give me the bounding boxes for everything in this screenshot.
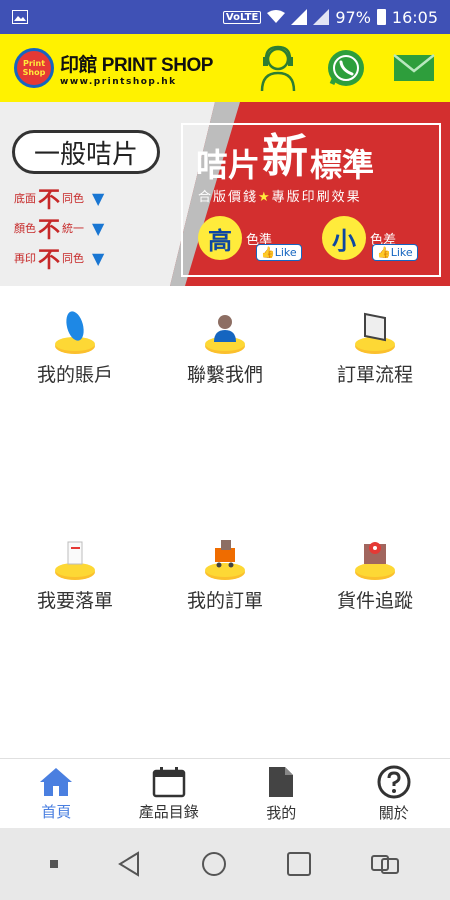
tab-home[interactable]: 首頁 [0, 759, 113, 828]
document-icon [269, 766, 294, 797]
logo: Print Shop [14, 48, 54, 88]
system-nav-bar [0, 828, 450, 900]
whatsapp-icon[interactable] [326, 48, 366, 88]
banner-right-title: 咭片 新 標準 [196, 129, 375, 184]
signal-icon [291, 9, 308, 25]
banner-row: 再印 不 同色 ▼ [14, 248, 105, 273]
like-button: 👍Like [372, 244, 418, 261]
back-icon[interactable] [116, 850, 142, 878]
app-header: Print Shop 印館 PRINT SHOP www.printshop.h… [0, 34, 450, 102]
tab-about[interactable]: 關於 [338, 759, 450, 828]
promo-banner[interactable]: 一般咭片 底面 不 同色 ▼ 顏色 不 統一 ▼ 再印 不 同色 ▼ 咭片 新 … [0, 102, 450, 286]
bottom-tab-bar: 首頁 產品目錄 我的 關於 [0, 758, 450, 828]
banner-subtitle: 合版價錢★專版印刷效果 [198, 190, 362, 205]
image-icon [12, 10, 28, 24]
home-icon [40, 767, 73, 796]
place-order-icon [55, 541, 95, 580]
mail-icon[interactable] [392, 51, 436, 85]
customer-service-icon[interactable] [256, 43, 300, 93]
calendar-icon [152, 766, 185, 797]
menu-grid: 我的賬戶 聯繫我們 訂單流程 我要落單 我的訂單 貨件追蹤 [0, 286, 450, 758]
menu-item-account[interactable]: 我的賬戶 [0, 308, 150, 387]
home-circle-icon[interactable] [200, 850, 228, 878]
my-orders-icon [205, 540, 245, 580]
tab-mine[interactable]: 我的 [225, 759, 338, 828]
thumbs-down-icon: ▼ [92, 248, 105, 268]
menu-item-tracking[interactable]: 貨件追蹤 [300, 534, 450, 613]
menu-item-order-process[interactable]: 訂單流程 [300, 308, 450, 387]
menu-item-contact[interactable]: 聯繫我們 [150, 308, 300, 387]
menu-item-my-orders[interactable]: 我的訂單 [150, 534, 300, 613]
signal-icon-2 [313, 9, 330, 25]
status-bar: VoLTE 97% 16:05 [0, 0, 450, 34]
thumbs-down-icon: ▼ [92, 218, 105, 238]
account-icon [55, 311, 95, 354]
thumbs-down-icon: ▼ [92, 188, 105, 208]
banner-row: 底面 不 同色 ▼ [14, 188, 105, 213]
tracking-icon [355, 542, 395, 580]
thumbs-up-icon: 👍 [261, 246, 275, 259]
banner-row: 顏色 不 統一 ▼ [14, 218, 105, 243]
brand: 印館 PRINT SHOP www.printshop.hk [60, 50, 213, 87]
recents-icon[interactable] [286, 851, 312, 877]
thumbs-up-icon: 👍 [377, 246, 391, 259]
clock: 16:05 [391, 7, 438, 27]
wifi-icon [267, 10, 286, 23]
dot-icon[interactable] [49, 859, 59, 869]
battery-icon [376, 9, 386, 25]
battery-percent: 97% [335, 7, 371, 27]
banner-left-title: 一般咭片 [12, 130, 160, 174]
brand-url: www.printshop.hk [60, 76, 177, 87]
switch-icon[interactable] [369, 851, 401, 877]
like-button: 👍Like [256, 244, 302, 261]
contact-icon [205, 315, 245, 354]
help-icon [377, 765, 411, 798]
menu-item-place-order[interactable]: 我要落單 [0, 534, 150, 613]
tab-catalog[interactable]: 產品目錄 [113, 759, 226, 828]
brand-name: 印館 PRINT SHOP [60, 54, 213, 76]
volte-badge: VoLTE [222, 10, 262, 24]
order-process-icon [355, 312, 395, 354]
